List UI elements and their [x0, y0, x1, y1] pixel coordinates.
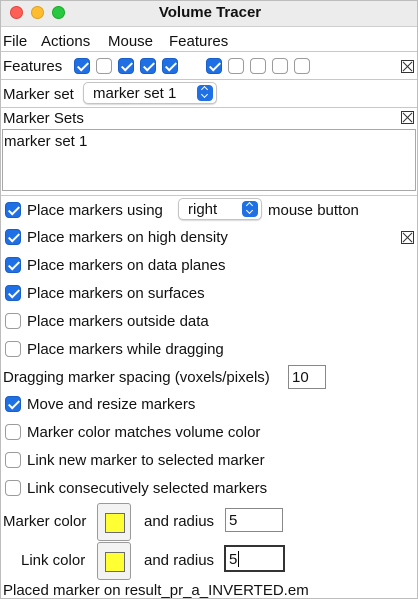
features-label: Features — [3, 58, 63, 75]
feature-checkbox-3[interactable] — [118, 58, 134, 74]
feature-checkbox-9[interactable] — [272, 58, 288, 74]
volume-tracer-window: Volume Tracer File Actions Mouse Feature… — [0, 0, 418, 599]
feature-checkbox-1[interactable] — [74, 58, 90, 74]
place-markers-using-row: Place markers using right mouse button — [1, 198, 417, 222]
color-match-label: Marker color matches volume color — [27, 424, 261, 441]
while-dragging-checkbox[interactable] — [5, 341, 21, 357]
feature-checkbox-6[interactable] — [206, 58, 222, 74]
marker-set-popup-value: marker set 1 — [93, 85, 177, 102]
spacing-row: Dragging marker spacing (voxels/pixels) … — [1, 364, 417, 390]
feature-checkbox-4[interactable] — [140, 58, 156, 74]
chevron-updown-icon — [242, 201, 258, 217]
spacing-input-value: 10 — [292, 369, 309, 386]
link-color-row: Link color and radius 5 — [1, 541, 417, 581]
marker-set-label: Marker set — [3, 86, 74, 103]
divider — [1, 195, 417, 196]
marker-sets-title: Marker Sets — [3, 110, 84, 127]
outside-data-checkbox[interactable] — [5, 313, 21, 329]
feature-checkbox-2[interactable] — [96, 58, 112, 74]
link-color-swatch — [105, 552, 125, 572]
marker-sets-list[interactable]: marker set 1 — [2, 129, 416, 191]
surfaces-row: Place markers on surfaces — [1, 282, 417, 306]
feature-checkbox-8[interactable] — [250, 58, 266, 74]
outside-data-label: Place markers outside data — [27, 313, 209, 330]
menu-mouse[interactable]: Mouse — [108, 33, 153, 50]
chevron-updown-icon — [197, 85, 213, 101]
surfaces-checkbox[interactable] — [5, 285, 21, 301]
features-row: Features — [1, 54, 417, 78]
marker-radius-input[interactable]: 5 — [225, 508, 283, 532]
mouse-button-suffix: mouse button — [268, 202, 359, 219]
menu-bar: File Actions Mouse Features — [1, 28, 417, 52]
link-new-checkbox[interactable] — [5, 452, 21, 468]
menu-file[interactable]: File — [3, 33, 27, 50]
move-resize-label: Move and resize markers — [27, 396, 196, 413]
text-caret — [238, 551, 240, 567]
menu-features[interactable]: Features — [169, 33, 228, 50]
marker-color-button[interactable] — [97, 503, 131, 541]
high-density-checkbox[interactable] — [5, 229, 21, 245]
outside-data-row: Place markers outside data — [1, 310, 417, 334]
while-dragging-label: Place markers while dragging — [27, 341, 224, 358]
while-dragging-row: Place markers while dragging — [1, 338, 417, 362]
link-consecutive-row: Link consecutively selected markers — [1, 477, 417, 501]
menu-actions[interactable]: Actions — [41, 33, 90, 50]
spacing-label: Dragging marker spacing (voxels/pixels) — [3, 369, 270, 386]
title-bar: Volume Tracer — [1, 1, 417, 27]
place-markers-using-checkbox[interactable] — [5, 202, 21, 218]
surfaces-label: Place markers on surfaces — [27, 285, 205, 302]
link-new-row: Link new marker to selected marker — [1, 449, 417, 473]
data-planes-checkbox[interactable] — [5, 257, 21, 273]
divider — [1, 79, 417, 80]
marker-set-popup[interactable]: marker set 1 — [83, 82, 217, 104]
marker-radius-value: 5 — [229, 512, 238, 529]
place-markers-using-label: Place markers using — [27, 202, 163, 219]
mouse-button-popup[interactable]: right — [178, 198, 262, 220]
close-features-panel-icon[interactable] — [401, 60, 414, 73]
high-density-row: Place markers on high density — [1, 226, 417, 250]
marker-sets-header: Marker Sets — [1, 108, 417, 128]
move-resize-checkbox[interactable] — [5, 396, 21, 412]
marker-radius-label: and radius — [144, 513, 215, 530]
marker-color-swatch — [105, 513, 125, 533]
list-item[interactable]: marker set 1 — [4, 133, 87, 150]
feature-checkbox-7[interactable] — [228, 58, 244, 74]
color-match-checkbox[interactable] — [5, 424, 21, 440]
link-radius-value: 5 — [229, 551, 240, 568]
data-planes-label: Place markers on data planes — [27, 257, 226, 274]
close-marker-sets-panel-icon[interactable] — [401, 111, 414, 124]
marker-color-label: Marker color — [3, 513, 87, 530]
link-color-button[interactable] — [97, 542, 131, 580]
move-resize-row: Move and resize markers — [1, 393, 417, 417]
feature-checkbox-5[interactable] — [162, 58, 178, 74]
data-planes-row: Place markers on data planes — [1, 254, 417, 278]
mouse-button-popup-value: right — [188, 201, 218, 218]
color-match-row: Marker color matches volume color — [1, 421, 417, 445]
link-color-label: Link color — [21, 552, 86, 569]
link-radius-text: 5 — [229, 551, 238, 568]
link-radius-input[interactable]: 5 — [224, 545, 285, 572]
link-consecutive-checkbox[interactable] — [5, 480, 21, 496]
window-title: Volume Tracer — [158, 4, 262, 21]
spacing-input[interactable]: 10 — [288, 365, 326, 389]
link-radius-label: and radius — [144, 552, 215, 569]
high-density-label: Place markers on high density — [27, 229, 228, 246]
feature-checkbox-10[interactable] — [294, 58, 310, 74]
status-message: Placed marker on result_pr_a_INVERTED.em — [3, 582, 309, 599]
marker-color-row: Marker color and radius 5 — [1, 502, 417, 542]
link-new-label: Link new marker to selected marker — [27, 452, 265, 469]
link-consecutive-label: Link consecutively selected markers — [27, 480, 268, 497]
marker-set-row: Marker set marker set 1 — [1, 81, 417, 105]
close-placement-panel-icon[interactable] — [401, 231, 414, 244]
